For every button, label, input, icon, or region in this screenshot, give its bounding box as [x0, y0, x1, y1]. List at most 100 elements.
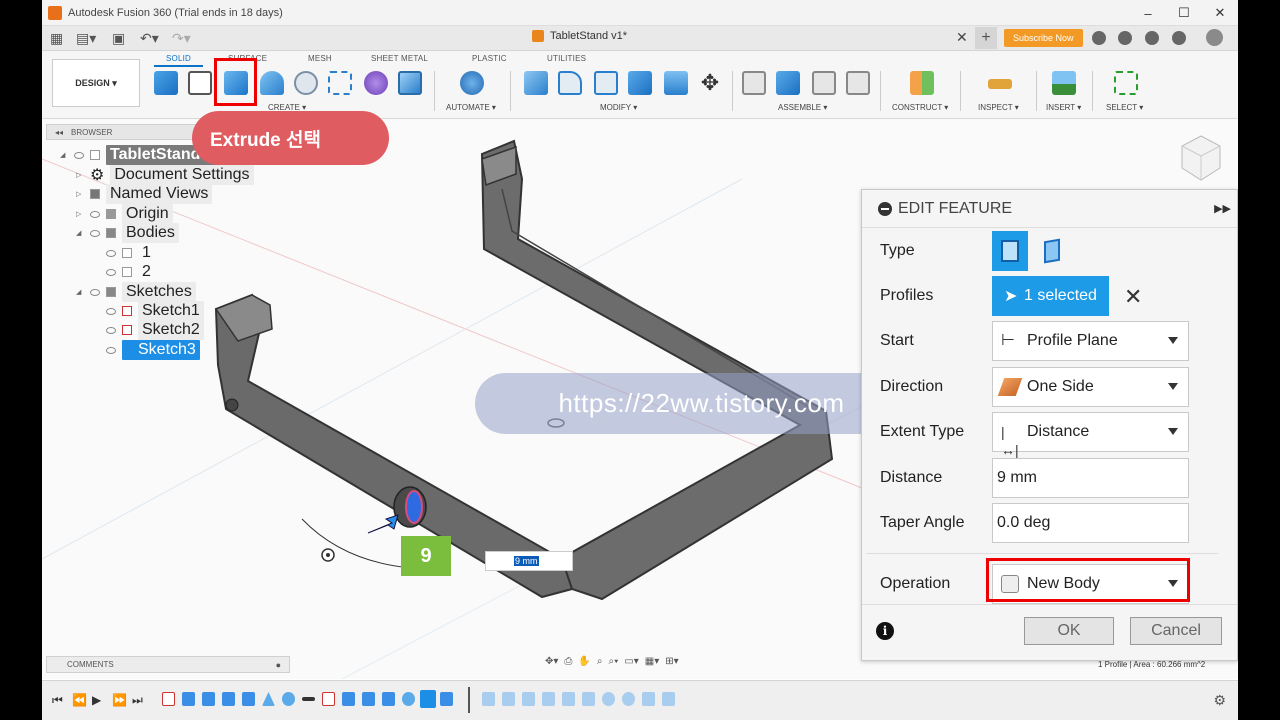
- expand-icon[interactable]: ◢: [60, 151, 68, 159]
- new-component-icon[interactable]: [154, 71, 178, 95]
- tab-sheet-metal[interactable]: SHEET METAL: [371, 54, 428, 63]
- play-icon[interactable]: ▶: [92, 693, 101, 707]
- shell-icon[interactable]: [594, 71, 618, 95]
- collapse-panel-icon[interactable]: [878, 201, 892, 216]
- browser-item-sketch1[interactable]: Sketch1: [106, 301, 204, 321]
- hole-feature[interactable]: [225, 398, 239, 412]
- job-status-icon[interactable]: [1118, 31, 1132, 45]
- step-forward-icon[interactable]: ⏩: [112, 693, 127, 707]
- close-icon[interactable]: ✕: [1202, 0, 1238, 26]
- tab-plastic[interactable]: PLASTIC: [472, 54, 507, 63]
- help-icon[interactable]: [1172, 31, 1186, 45]
- start-dropdown[interactable]: ⊢ Profile Plane: [992, 321, 1189, 361]
- revolve-icon[interactable]: [260, 71, 284, 95]
- timeline-active-feature-icon[interactable]: [420, 690, 436, 708]
- timeline-joint-icon[interactable]: [302, 697, 315, 701]
- automate-icon[interactable]: [460, 71, 484, 95]
- grid-settings-icon[interactable]: ▦▾: [645, 656, 659, 672]
- clear-selection-icon[interactable]: ✕: [1124, 284, 1142, 310]
- rectangular-pattern-icon[interactable]: [328, 71, 352, 95]
- eye-hidden-icon[interactable]: [90, 210, 100, 218]
- browser-item-sketch2[interactable]: Sketch2: [106, 320, 204, 340]
- browser-item-named-views[interactable]: ▷ Named Views: [76, 184, 213, 204]
- redo-icon[interactable]: ↷▾: [172, 30, 191, 47]
- viewports-icon[interactable]: ⊞▾: [665, 656, 678, 672]
- eye-icon[interactable]: [90, 288, 100, 296]
- timeline-suppressed-icon[interactable]: [542, 692, 555, 706]
- expand-icon[interactable]: ▷: [76, 190, 84, 198]
- tab-utilities[interactable]: UTILITIES: [547, 54, 586, 63]
- timeline-extrude-icon[interactable]: [182, 692, 195, 706]
- data-panel-icon[interactable]: [1092, 31, 1106, 45]
- info-icon[interactable]: i: [876, 622, 894, 640]
- eye-icon[interactable]: [106, 249, 116, 257]
- direction-dropdown[interactable]: One Side: [992, 367, 1189, 407]
- distance-manipulator-arrow[interactable]: [367, 514, 399, 534]
- form-icon[interactable]: [364, 71, 388, 95]
- timeline-fillet-icon[interactable]: [282, 692, 295, 706]
- timeline-extrude-icon[interactable]: [382, 692, 395, 706]
- maximize-icon[interactable]: ☐: [1166, 0, 1202, 26]
- user-avatar[interactable]: [1206, 29, 1223, 46]
- extrude-type-thin-button[interactable]: [1034, 231, 1070, 271]
- automate-group-label[interactable]: AUTOMATE ▾: [446, 103, 496, 112]
- notification-bell-icon[interactable]: [1145, 31, 1159, 45]
- browser-item-document-settings[interactable]: ▷ ⚙ Document Settings: [76, 165, 254, 185]
- workspace-switcher-button[interactable]: DESIGN ▾: [52, 59, 140, 107]
- expand-panel-icon[interactable]: ▶▶: [1214, 202, 1231, 215]
- new-tab-button[interactable]: +: [975, 27, 997, 49]
- hole-icon[interactable]: [294, 71, 318, 95]
- close-tab-icon[interactable]: ✕: [956, 29, 968, 46]
- ok-button[interactable]: OK: [1024, 617, 1114, 645]
- file-menu-icon[interactable]: ▤▾: [76, 30, 96, 47]
- expand-icon[interactable]: ▷: [76, 210, 84, 218]
- timeline-loft-icon[interactable]: [262, 692, 275, 706]
- minimize-icon[interactable]: –: [1130, 0, 1166, 26]
- measure-icon[interactable]: [988, 79, 1012, 89]
- browser-item-origin[interactable]: ▷ Origin: [76, 204, 173, 224]
- joint-icon[interactable]: [742, 71, 766, 95]
- combine-icon[interactable]: [628, 71, 652, 95]
- timeline-extrude-icon[interactable]: [362, 692, 375, 706]
- timeline-suppressed-icon[interactable]: [502, 692, 515, 706]
- eye-hidden-icon[interactable]: [106, 326, 116, 334]
- timeline-suppressed-icon[interactable]: [582, 692, 595, 706]
- fit-icon[interactable]: ⌕▾: [608, 656, 618, 672]
- taper-angle-input[interactable]: 0.0 deg: [992, 503, 1189, 543]
- timeline-extrude-icon[interactable]: [222, 692, 235, 706]
- timeline-extrude-icon[interactable]: [440, 692, 453, 706]
- eye-icon[interactable]: [106, 346, 116, 354]
- timeline-marker[interactable]: [468, 687, 470, 713]
- save-icon[interactable]: ▣: [112, 30, 125, 47]
- distance-input[interactable]: 9 mm: [992, 458, 1189, 498]
- timeline-fillet-icon[interactable]: [402, 692, 415, 706]
- step-back-icon[interactable]: ⏪: [72, 693, 87, 707]
- new-assembly-component-icon[interactable]: [776, 71, 800, 95]
- eye-hidden-icon[interactable]: [106, 307, 116, 315]
- assemble-group-label[interactable]: ASSEMBLE ▾: [778, 103, 827, 112]
- timeline-suppressed-icon[interactable]: [622, 692, 635, 706]
- distance-input-overlay[interactable]: 9 mm: [485, 551, 573, 571]
- timeline-extrude-icon[interactable]: [242, 692, 255, 706]
- zoom-icon[interactable]: ⌕: [597, 656, 603, 672]
- eye-icon[interactable]: [106, 268, 116, 276]
- eye-icon[interactable]: [90, 229, 100, 237]
- subscribe-button[interactable]: Subscribe Now: [1004, 29, 1083, 47]
- collapse-icon[interactable]: ◂◂: [55, 128, 63, 137]
- expand-icon[interactable]: ◢: [76, 229, 84, 237]
- add-comment-icon[interactable]: ●: [276, 660, 281, 670]
- timeline-suppressed-icon[interactable]: [662, 692, 675, 706]
- timeline-suppressed-icon[interactable]: [482, 692, 495, 706]
- view-cube[interactable]: [1178, 130, 1224, 186]
- offset-plane-icon[interactable]: [910, 71, 934, 95]
- browser-item-bodies[interactable]: ◢ Bodies: [76, 223, 179, 243]
- timeline-settings-gear-icon[interactable]: ⚙: [1213, 692, 1226, 709]
- grid-menu-icon[interactable]: ▦: [50, 30, 63, 47]
- expand-icon[interactable]: ◢: [76, 288, 84, 296]
- timeline-suppressed-icon[interactable]: [522, 692, 535, 706]
- tab-mesh[interactable]: MESH: [308, 54, 332, 63]
- browser-item-body-1[interactable]: 1: [106, 244, 155, 261]
- timeline-suppressed-icon[interactable]: [642, 692, 655, 706]
- cancel-button[interactable]: Cancel: [1130, 617, 1222, 645]
- extent-type-dropdown[interactable]: |↔| Distance: [992, 412, 1189, 458]
